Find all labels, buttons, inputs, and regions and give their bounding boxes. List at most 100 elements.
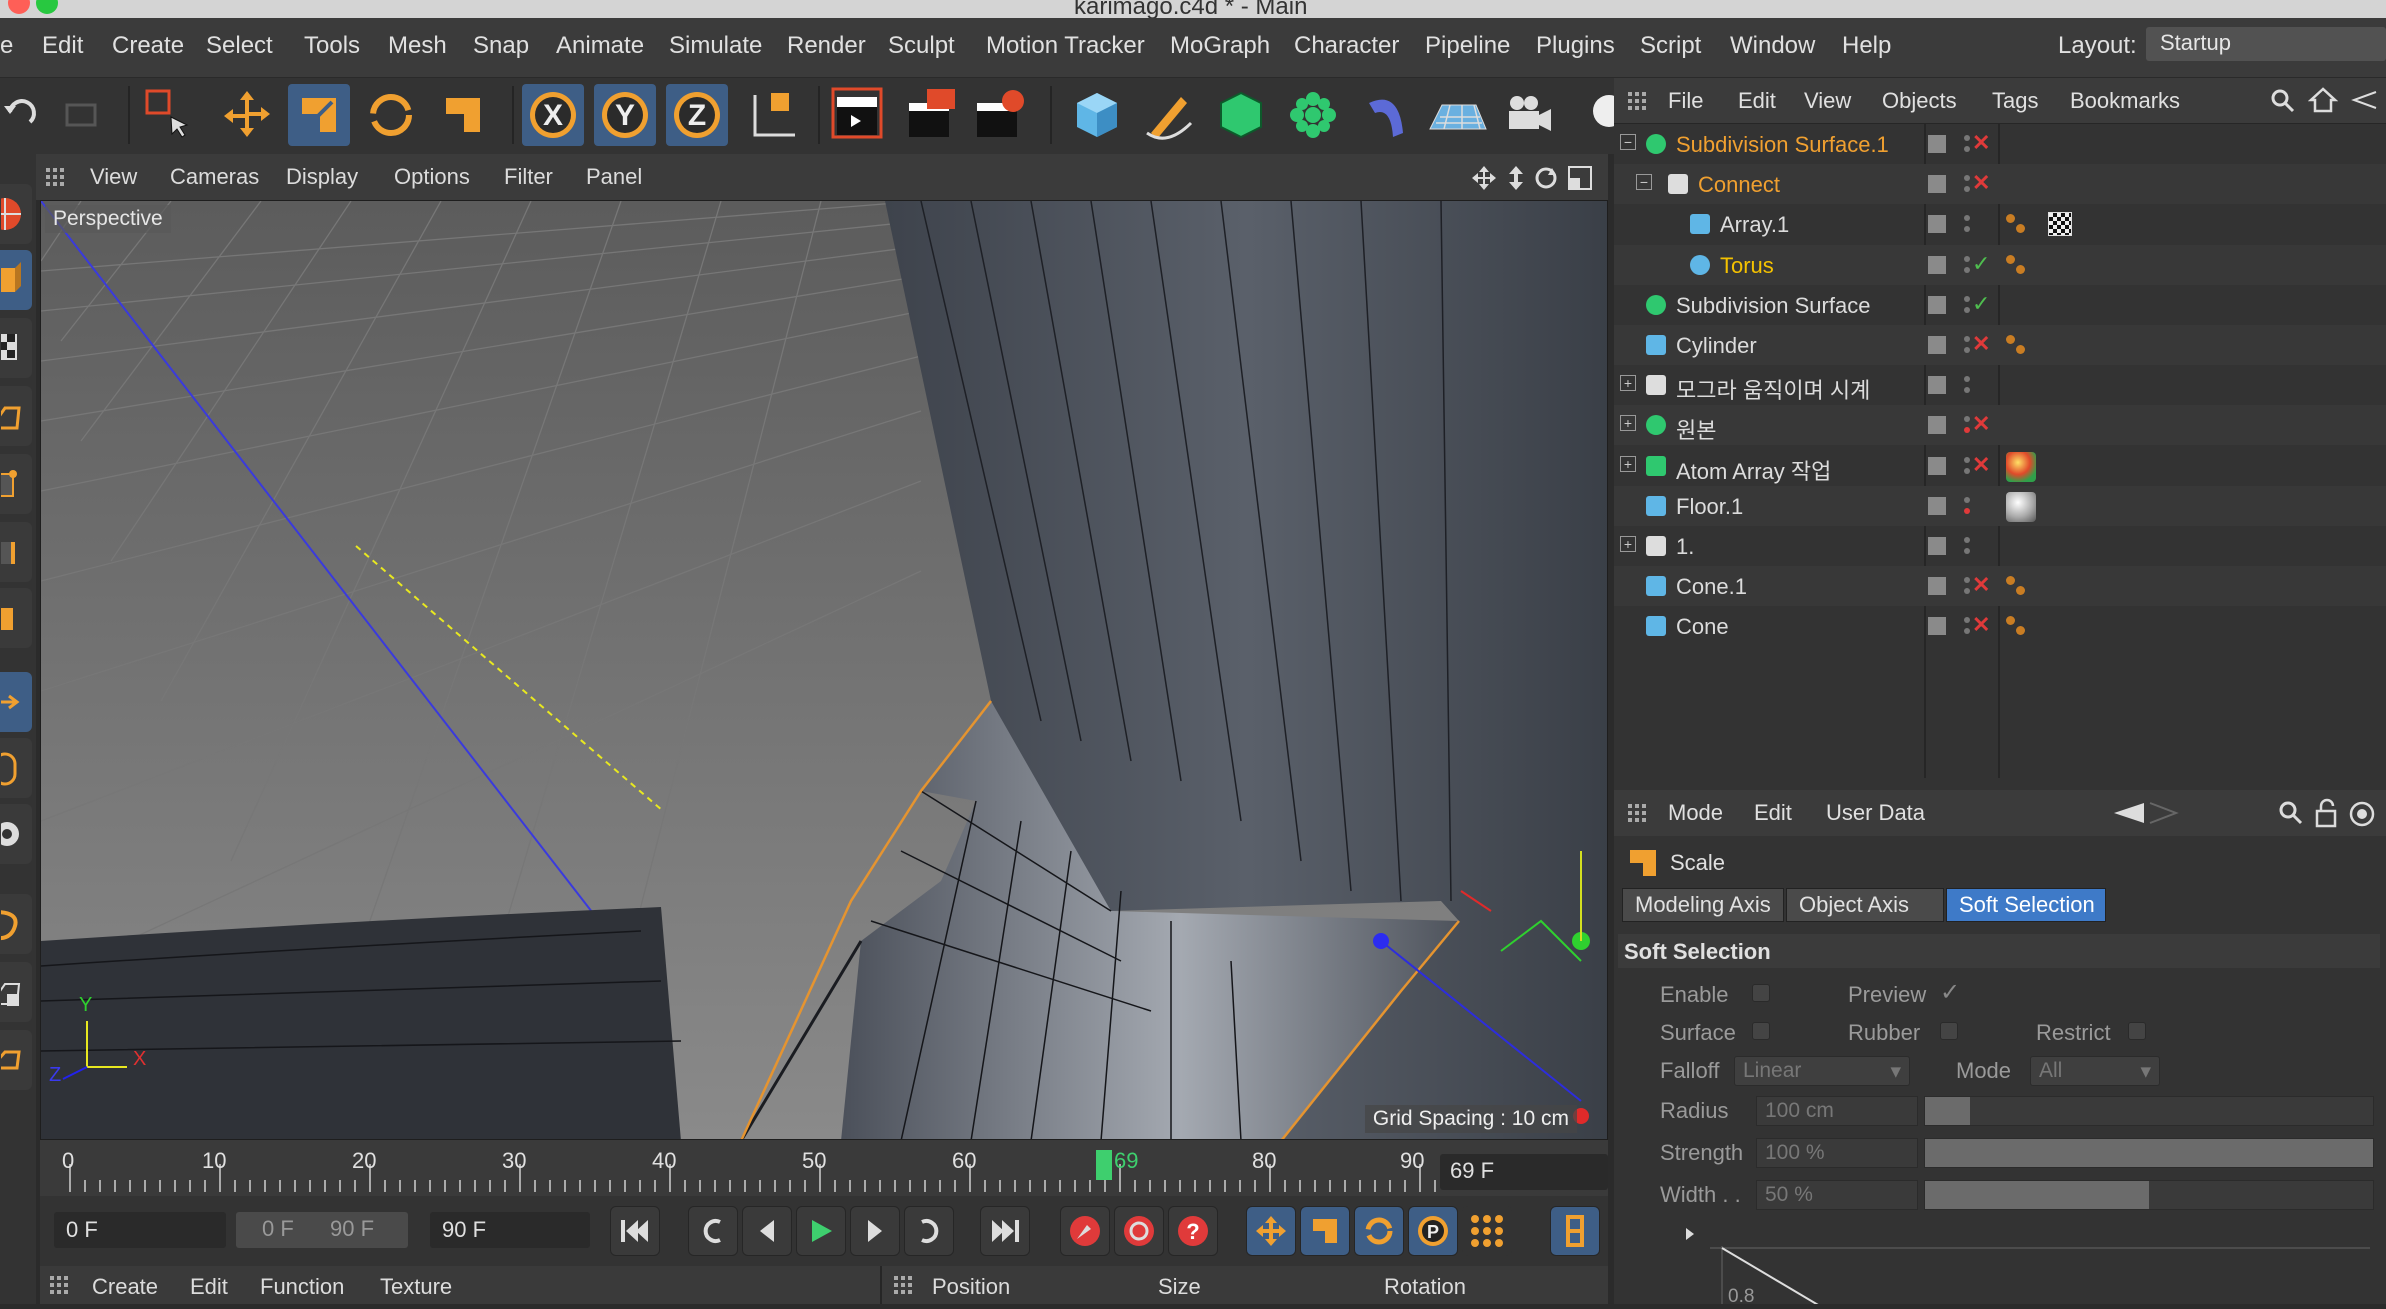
menu-mograph[interactable]: MoGraph bbox=[1170, 32, 1270, 60]
menu-help[interactable]: Help bbox=[1842, 32, 1891, 60]
playhead-marker[interactable] bbox=[1096, 1150, 1112, 1180]
tweak-mode-button[interactable] bbox=[0, 738, 32, 798]
material-menu-create[interactable]: Create bbox=[92, 1274, 158, 1300]
move-tool-button[interactable] bbox=[216, 84, 278, 146]
attr-menu-mode[interactable]: Mode bbox=[1668, 800, 1723, 826]
tab-object-axis[interactable]: Object Axis bbox=[1786, 888, 1944, 922]
editor-visibility-dot[interactable] bbox=[1964, 336, 1970, 342]
viewport-menu-cameras[interactable]: Cameras bbox=[170, 164, 259, 190]
go-to-start-button[interactable] bbox=[610, 1206, 660, 1256]
key-point-level-button[interactable] bbox=[1462, 1206, 1512, 1256]
expand-toggle[interactable]: + bbox=[1620, 455, 1636, 472]
material-menu-edit[interactable]: Edit bbox=[190, 1274, 228, 1300]
menu-motion-tracker[interactable]: Motion Tracker bbox=[986, 32, 1145, 60]
editor-visibility-dot[interactable] bbox=[1964, 537, 1970, 543]
close-window-button[interactable] bbox=[8, 0, 30, 14]
floor-button[interactable] bbox=[1426, 84, 1488, 146]
attr-search-icon[interactable] bbox=[2278, 800, 2304, 826]
layer-toggle-icon[interactable] bbox=[1928, 577, 1946, 596]
next-key-button[interactable] bbox=[904, 1206, 954, 1256]
tag-dot-icon[interactable] bbox=[2016, 586, 2025, 596]
editor-visibility-dot[interactable] bbox=[1964, 255, 1970, 262]
object-name[interactable]: Torus bbox=[1720, 253, 1774, 279]
disabled-x-icon[interactable]: ✕ bbox=[1972, 572, 1990, 598]
deformer-button[interactable] bbox=[1354, 84, 1416, 146]
tab-modeling-axis[interactable]: Modeling Axis bbox=[1622, 888, 1784, 922]
om-menu-objects[interactable]: Objects bbox=[1882, 88, 1957, 114]
enabled-check-icon[interactable]: ✓ bbox=[1972, 251, 1990, 277]
tag-dot-icon[interactable] bbox=[2016, 264, 2025, 274]
object-row[interactable]: Cylinder ✕ bbox=[1614, 325, 2386, 365]
editor-visibility-dot[interactable] bbox=[1964, 577, 1970, 584]
material-menu-function[interactable]: Function bbox=[260, 1274, 344, 1300]
object-name[interactable]: Cylinder bbox=[1676, 333, 1757, 359]
viewport-menu-panel[interactable]: Panel bbox=[586, 164, 642, 190]
menu-character[interactable]: Character bbox=[1294, 32, 1399, 60]
model-mode-button[interactable] bbox=[0, 250, 32, 310]
lock-icon[interactable] bbox=[2314, 798, 2338, 828]
object-row[interactable]: + 원본 ✕ bbox=[1614, 405, 2386, 446]
menu-edit[interactable]: Edit bbox=[42, 32, 83, 60]
object-name[interactable]: Subdivision Surface bbox=[1676, 293, 1870, 319]
menu-file-partial[interactable]: e bbox=[0, 32, 13, 60]
expand-toggle[interactable]: + bbox=[1620, 536, 1636, 552]
previous-frame-button[interactable] bbox=[742, 1206, 792, 1256]
render-visibility-dot[interactable] bbox=[1964, 628, 1970, 635]
keyframe-selection-button[interactable]: ? bbox=[1168, 1206, 1218, 1256]
preview-range-slider[interactable]: 0 F 90 F bbox=[236, 1212, 408, 1248]
menu-window[interactable]: Window bbox=[1730, 32, 1815, 60]
live-selection-button[interactable] bbox=[138, 84, 200, 146]
key-scale-button[interactable] bbox=[1300, 1206, 1350, 1256]
render-visibility-dot[interactable] bbox=[1964, 186, 1970, 193]
scale-tool-button[interactable] bbox=[288, 84, 350, 146]
play-button[interactable] bbox=[796, 1206, 846, 1256]
mograph-cloner-button[interactable] bbox=[1282, 84, 1344, 146]
falloff-curve-graph[interactable]: 0.8 bbox=[1670, 1222, 2386, 1309]
layer-toggle-icon[interactable] bbox=[1928, 617, 1946, 636]
render-view-button[interactable] bbox=[828, 84, 890, 146]
layer-toggle-icon[interactable] bbox=[1928, 135, 1946, 153]
autokeying-button[interactable] bbox=[1114, 1206, 1164, 1256]
texture-mode-button[interactable] bbox=[0, 318, 32, 378]
viewport-scene[interactable]: Y Z X bbox=[41, 201, 1608, 1140]
home-icon[interactable] bbox=[2308, 86, 2338, 114]
width-field[interactable]: 50 % bbox=[1756, 1180, 1918, 1210]
render-visibility-dot[interactable] bbox=[1964, 306, 1970, 313]
timeline-window-button[interactable] bbox=[1550, 1206, 1600, 1256]
object-name[interactable]: Floor.1 bbox=[1676, 494, 1743, 520]
object-row[interactable]: +1. bbox=[1614, 526, 2386, 566]
disabled-x-icon[interactable]: ✕ bbox=[1972, 331, 1990, 357]
disabled-x-icon[interactable]: ✕ bbox=[1972, 170, 1990, 196]
key-rotation-button[interactable] bbox=[1354, 1206, 1404, 1256]
edges-mode-button[interactable] bbox=[0, 522, 32, 582]
menu-create[interactable]: Create bbox=[112, 32, 184, 60]
render-visibility-dot[interactable] bbox=[1964, 146, 1970, 152]
editor-visibility-dot[interactable] bbox=[1964, 295, 1970, 302]
render-visibility-dot[interactable] bbox=[1964, 226, 1970, 233]
layer-toggle-icon[interactable] bbox=[1928, 496, 1946, 515]
expand-toggle[interactable]: + bbox=[1620, 375, 1636, 392]
back-forward-arrows-icon[interactable] bbox=[2110, 800, 2180, 826]
new-view-icon[interactable] bbox=[2348, 800, 2376, 828]
attr-menu-edit[interactable]: Edit bbox=[1754, 800, 1792, 826]
enable-checkbox[interactable] bbox=[1752, 984, 1770, 1002]
layer-toggle-icon[interactable] bbox=[1928, 295, 1946, 314]
object-row[interactable]: Cone.1 ✕ bbox=[1614, 566, 2386, 607]
layer-toggle-icon[interactable] bbox=[1928, 376, 1946, 395]
om-menu-bookmarks[interactable]: Bookmarks bbox=[2070, 88, 2180, 114]
current-frame-field[interactable]: 69 F bbox=[1440, 1154, 1608, 1190]
editor-visibility-dot[interactable] bbox=[1964, 376, 1970, 383]
tag-dot-icon[interactable] bbox=[2006, 335, 2015, 344]
menu-pipeline[interactable]: Pipeline bbox=[1425, 32, 1510, 60]
perspective-viewport[interactable]: Y Z X Perspective Grid Spacing : 10 cm bbox=[40, 200, 1608, 1140]
coordinate-system-button[interactable] bbox=[742, 84, 804, 146]
object-row[interactable]: + 모그라 움직이며 시계 bbox=[1614, 365, 2386, 405]
object-name[interactable]: Array.1 bbox=[1720, 212, 1789, 238]
arrow-left-icon[interactable] bbox=[2350, 88, 2380, 112]
render-visibility-dot[interactable] bbox=[1964, 467, 1970, 474]
tag-dot-icon[interactable] bbox=[2016, 626, 2025, 636]
object-name[interactable]: Atom Array 작업 bbox=[1676, 454, 1831, 486]
y-axis-lock-button[interactable]: Y bbox=[594, 84, 656, 146]
object-row[interactable]: Cone ✕ bbox=[1614, 606, 2386, 646]
disabled-x-icon[interactable]: ✕ bbox=[1972, 612, 1990, 638]
